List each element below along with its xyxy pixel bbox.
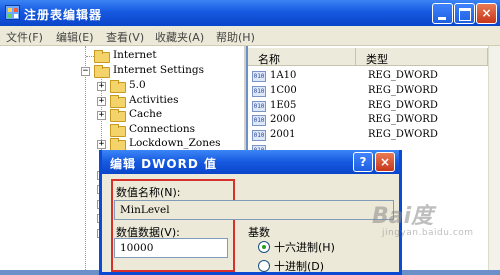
tree-node-label: Lockdown_Zones: [129, 137, 221, 149]
hex-radio[interactable]: [258, 241, 270, 253]
window-titlebar[interactable]: 注册表编辑器 ×: [0, 0, 500, 26]
value-type: REG_DWORD: [368, 100, 438, 111]
menu-file[interactable]: 文件(F): [6, 29, 43, 45]
tree-node-label: Internet Settings: [113, 64, 204, 76]
value-type: REG_DWORD: [368, 129, 438, 140]
list-row[interactable]: 010 1A10 REG_DWORD: [252, 70, 482, 84]
tree-node-internet-settings[interactable]: − Internet Settings: [0, 64, 240, 78]
value-name: 2000: [270, 114, 296, 125]
tree-node-label: Internet: [113, 49, 157, 61]
dialog-title: 编辑 DWORD 值: [110, 157, 217, 171]
list-row[interactable]: 010 2001 REG_DWORD: [252, 129, 482, 143]
decimal-radio[interactable]: [258, 260, 270, 272]
watermark-main: Bai度: [372, 204, 434, 229]
value-name: 1E05: [270, 100, 297, 111]
value-data-input[interactable]: 10000: [114, 238, 228, 258]
base-group-label: 基数: [248, 226, 270, 239]
dialog-close-button[interactable]: ×: [375, 152, 395, 172]
reg-binary-icon: 010: [252, 130, 266, 141]
folder-icon: [110, 95, 126, 108]
tree-node-cache[interactable]: + Cache: [0, 108, 240, 122]
baidu-watermark-logo: Bai度 jingyan.baidu.com: [372, 198, 498, 246]
value-name-label: 数值名称(N):: [116, 186, 181, 199]
reg-binary-icon: 010: [252, 101, 266, 112]
expand-toggle[interactable]: +: [97, 97, 106, 106]
value-name-field[interactable]: MinLevel: [114, 200, 394, 220]
folder-icon: [110, 109, 126, 122]
regedit-app-icon: [5, 5, 20, 20]
tree-node-label: 5.0: [129, 79, 146, 91]
dialog-titlebar[interactable]: 编辑 DWORD 值 ? ×: [102, 150, 399, 174]
hex-radio-label[interactable]: 十六进制(H): [274, 239, 335, 255]
minimize-button[interactable]: [432, 3, 453, 24]
menu-favorites[interactable]: 收藏夹(A): [155, 29, 204, 45]
folder-open-icon: [94, 65, 110, 78]
tree-node-activities[interactable]: + Activities: [0, 94, 240, 108]
close-button[interactable]: ×: [476, 3, 497, 24]
reg-binary-icon: 010: [252, 86, 266, 97]
folder-icon: [94, 50, 110, 63]
expand-toggle[interactable]: +: [97, 140, 106, 149]
expand-toggle[interactable]: +: [97, 82, 106, 91]
folder-icon: [110, 80, 126, 93]
menu-bar: 文件(F) 编辑(E) 查看(V) 收藏夹(A) 帮助(H): [0, 26, 500, 46]
reg-binary-icon: 010: [252, 71, 266, 82]
collapse-toggle[interactable]: −: [81, 67, 90, 76]
maximize-button[interactable]: [454, 3, 475, 24]
value-name: 1C00: [270, 85, 297, 96]
tree-node-connections[interactable]: Connections: [0, 123, 240, 137]
tree-node-label: Cache: [129, 108, 163, 120]
decimal-radio-label[interactable]: 十进制(D): [274, 258, 324, 274]
menu-help[interactable]: 帮助(H): [216, 29, 255, 45]
value-type: REG_DWORD: [368, 114, 438, 125]
tree-node-label: Activities: [129, 94, 179, 106]
watermark-url: jingyan.baidu.com: [382, 228, 474, 238]
help-button[interactable]: ?: [353, 152, 373, 172]
list-row[interactable]: 010 1C00 REG_DWORD: [252, 85, 482, 99]
edit-dword-dialog: 编辑 DWORD 值 ? × 数值名称(N): MinLevel 数值数据(V)…: [99, 150, 402, 275]
menu-edit[interactable]: 编辑(E): [56, 29, 94, 45]
reg-binary-icon: 010: [252, 115, 266, 126]
value-name: 1A10: [270, 70, 297, 81]
column-header-type[interactable]: 类型: [356, 48, 488, 66]
expand-toggle[interactable]: +: [97, 111, 106, 120]
tree-node-internet[interactable]: Internet: [0, 49, 240, 63]
list-row[interactable]: 010 1E05 REG_DWORD: [252, 100, 482, 114]
tree-node-5-0[interactable]: + 5.0: [0, 79, 240, 93]
value-type: REG_DWORD: [368, 85, 438, 96]
folder-icon: [110, 124, 126, 137]
list-row[interactable]: 010 2000 REG_DWORD: [252, 114, 482, 128]
tree-node-lockdown-zones[interactable]: + Lockdown_Zones: [0, 137, 240, 151]
menu-view[interactable]: 查看(V): [106, 29, 144, 45]
window-title: 注册表编辑器: [24, 8, 103, 22]
column-header-name[interactable]: 名称: [248, 48, 356, 66]
tree-node-label: Connections: [129, 123, 196, 135]
value-name: 2001: [270, 129, 296, 140]
value-type: REG_DWORD: [368, 70, 438, 81]
